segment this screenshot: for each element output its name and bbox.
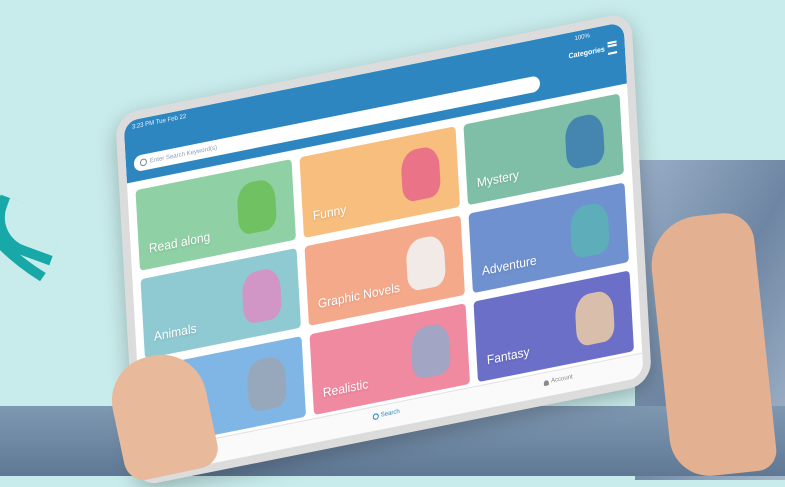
raccoon-illustration (246, 354, 288, 414)
tile-label: Fantasy (486, 344, 530, 368)
zebra-illustration (241, 266, 283, 325)
tab-search-label: Search (380, 408, 400, 419)
monster-illustration (564, 111, 606, 171)
dinosaur-illustration (236, 177, 278, 236)
dinosaur-books-illustration (569, 200, 611, 260)
llama-illustration (574, 289, 616, 348)
tile-label: Mystery (476, 166, 520, 191)
tile-label: Funny (312, 201, 347, 223)
categories-label: Categories (568, 45, 606, 61)
mermaid-illustration (400, 144, 442, 204)
panda-illustration (405, 233, 447, 292)
tab-account-label: Account (550, 374, 573, 385)
search-placeholder: Enter Search Keyword(s) (149, 144, 218, 165)
tile-label: Adventure (481, 253, 537, 279)
elephant-illustration (410, 322, 452, 381)
status-time: 3:23 PM Tue Feb 22 (131, 113, 187, 131)
search-icon (372, 412, 379, 421)
tile-label: Realistic (322, 376, 369, 401)
tab-search[interactable]: Search (372, 408, 400, 421)
person-icon (543, 379, 550, 386)
search-icon (139, 157, 148, 167)
categories-button[interactable]: Categories (568, 40, 618, 62)
tile-label: Animals (153, 321, 197, 345)
tile-label: Read along (148, 228, 211, 256)
list-icon (607, 40, 618, 55)
tile-label: Graphic Novels (317, 280, 401, 312)
status-battery: 100% (574, 32, 591, 43)
tab-account[interactable]: Account (543, 374, 573, 386)
